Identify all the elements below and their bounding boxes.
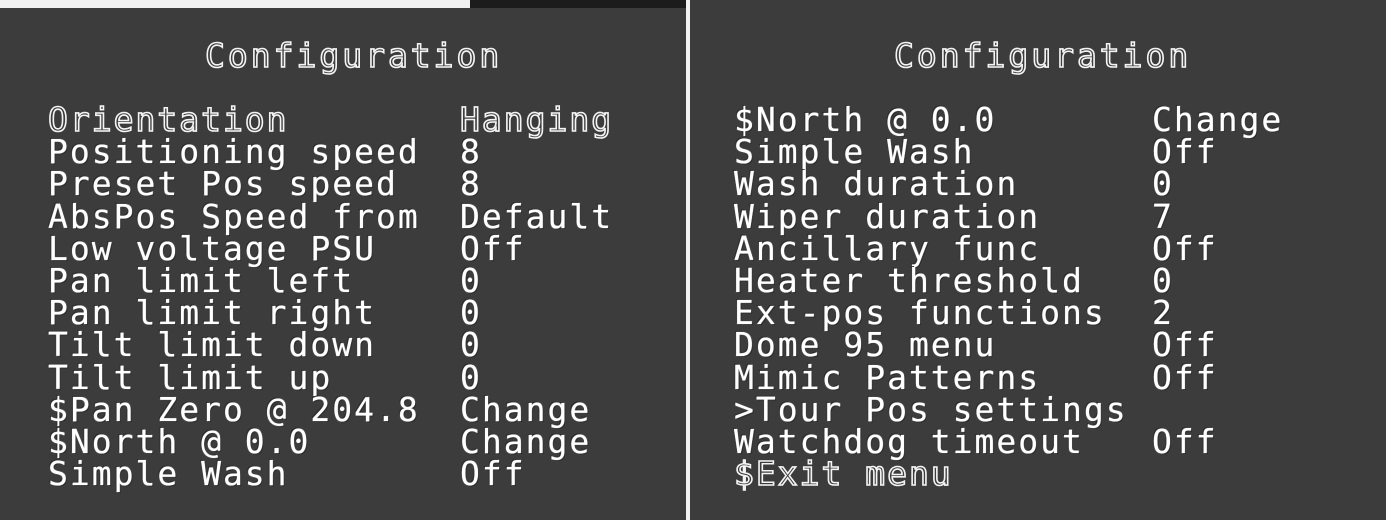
menu-item-value: Default [460, 196, 614, 236]
osd-panel-right: Configuration $North @ 0.0 Change Simple… [690, 0, 1386, 520]
menu-item-value: Off [1152, 421, 1218, 461]
menu-item-value: 0 [460, 357, 482, 397]
menu-item-label: Wiper duration [734, 196, 1041, 236]
menu-item-value: 2 [1152, 293, 1174, 333]
menu-item-label: $Exit menu [733, 454, 953, 494]
menu-item-value: Change [460, 389, 592, 429]
menu-item-value: 8 [460, 164, 482, 204]
menu-item-label: Watchdog timeout [734, 421, 1084, 461]
menu-item-label: >Tour Pos settings [734, 389, 1128, 429]
menu-item-label: Ancillary func [734, 228, 1041, 268]
menu-item-value: 7 [1152, 196, 1174, 236]
menu-item-label: Heater threshold [734, 260, 1084, 300]
menu-item-value: Change [1152, 100, 1284, 139]
menu-item-label: Mimic Patterns [734, 357, 1041, 397]
menu-item-label: $North @ 0.0 [734, 100, 997, 139]
menu-item-value: Change [460, 421, 592, 461]
menu-item-label: Tilt limit up [48, 357, 333, 397]
menu-title: Configuration [893, 35, 1192, 76]
menu-item-label: Preset Pos speed [48, 164, 398, 204]
menu-item-label: Ext-pos functions [734, 293, 1106, 333]
menu-item-value: 0 [1152, 260, 1174, 300]
menu-item-value: 0 [460, 260, 482, 300]
menu-item-label: Tilt limit down [48, 325, 377, 365]
menu-item-label: $Pan Zero @ 204.8 [48, 389, 420, 429]
osd-panel-left: Configuration Orientation Hanging Positi… [0, 0, 686, 520]
menu-item-value: Off [1152, 357, 1218, 397]
menu-item-label: Dome 95 menu [734, 325, 997, 365]
menu-item-value: 0 [1152, 164, 1174, 204]
menu-item-label: Positioning speed [48, 132, 420, 172]
menu-item-label: Simple Wash [48, 454, 289, 494]
menu-item-value: 0 [460, 293, 482, 333]
menu-item-label: Orientation [47, 100, 289, 139]
video-top-strip-dark [470, 0, 686, 8]
menu-item-value: Off [460, 454, 526, 494]
menu-item-value: 8 [460, 132, 482, 172]
menu-item-label: Low voltage PSU [48, 228, 377, 268]
screenshot-composite: Configuration Orientation Hanging Positi… [0, 0, 1386, 520]
menu-item-label: Pan limit left [48, 260, 355, 300]
menu-item-label: Pan limit right [48, 293, 377, 333]
menu-item-value: 0 [460, 325, 482, 365]
video-top-strip [0, 0, 686, 8]
menu-item-label: Wash duration [734, 164, 1019, 204]
menu-item-value: Hanging [459, 100, 614, 139]
menu-item-value: Off [1152, 325, 1218, 365]
menu-item-value: Off [460, 228, 526, 268]
menu-item-value: Off [1152, 228, 1218, 268]
menu-item-value: Off [1152, 132, 1218, 172]
menu-title: Configuration [204, 35, 503, 76]
menu-item-label: $North @ 0.0 [48, 421, 311, 461]
menu-item-label: Simple Wash [734, 132, 975, 172]
menu-item-label: AbsPos Speed from [48, 196, 420, 236]
